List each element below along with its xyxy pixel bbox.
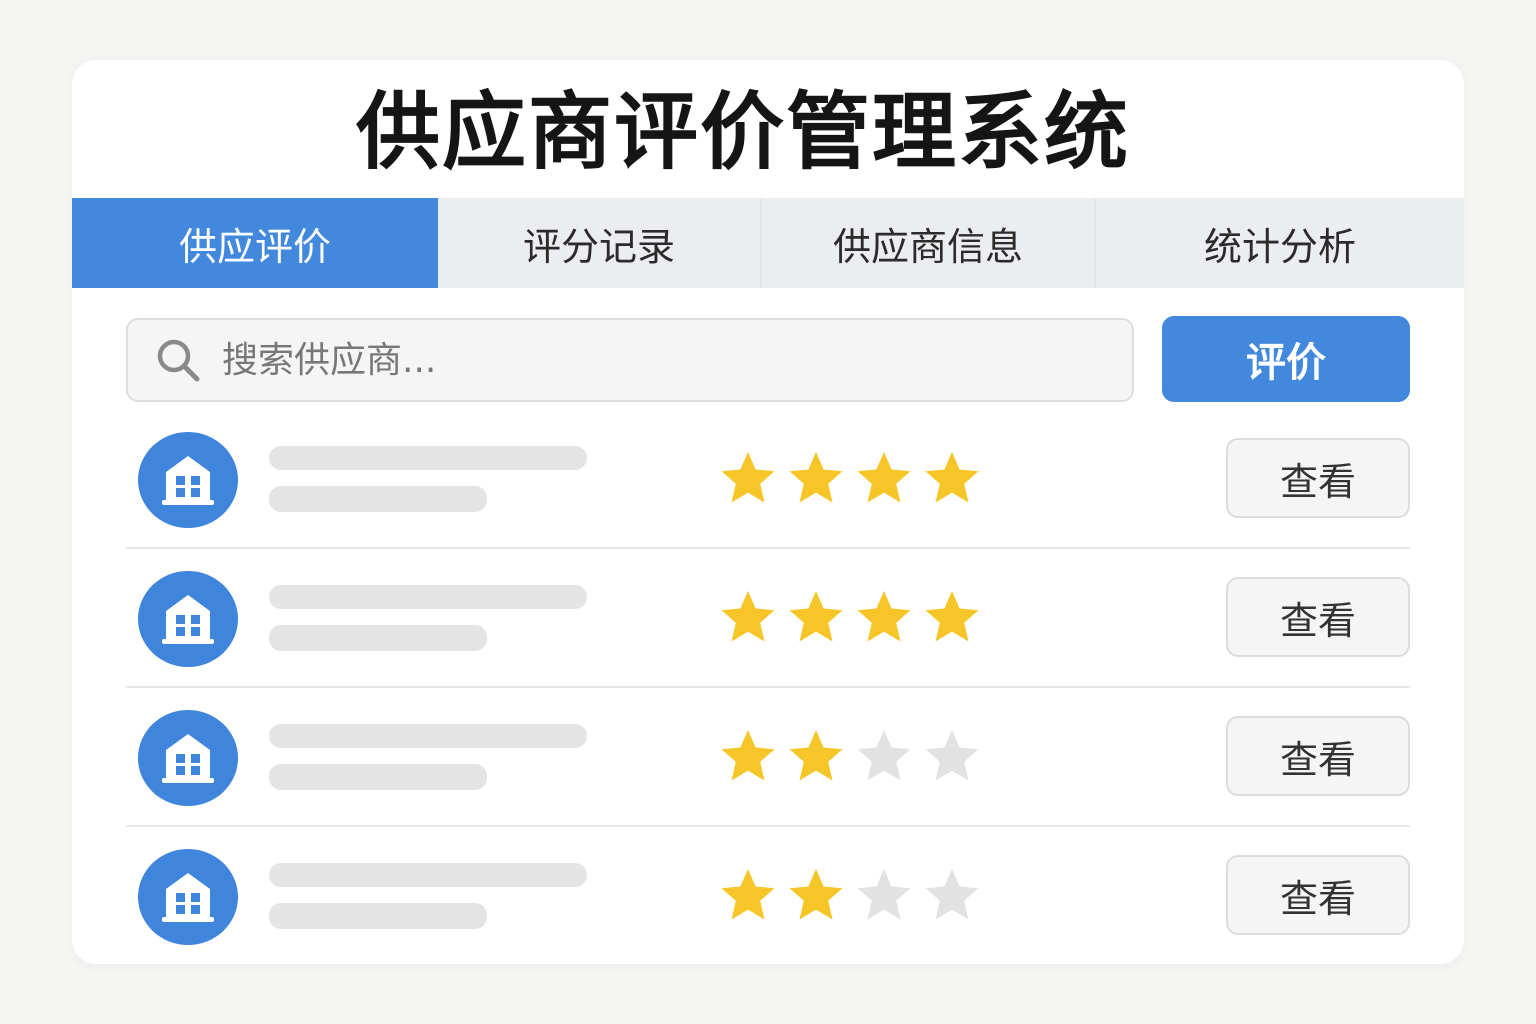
- detail-placeholder: [269, 903, 487, 929]
- building-icon: [138, 849, 238, 945]
- star-filled-icon: [789, 591, 843, 642]
- building-icon: [138, 571, 238, 667]
- star-filled-icon: [721, 730, 775, 781]
- star-filled-icon: [721, 869, 775, 920]
- star-filled-icon: [789, 730, 843, 781]
- list-item: 查看: [126, 549, 1410, 688]
- detail-placeholder: [269, 764, 487, 790]
- tab-statistics[interactable]: 统计分析: [1096, 198, 1464, 288]
- search-bar: [126, 318, 1134, 402]
- star-empty-icon: [857, 869, 911, 920]
- name-placeholder: [269, 446, 587, 470]
- supplier-list: 查看 查看 查看 查看: [126, 410, 1410, 964]
- tab-bar: 供应评价 评分记录 供应商信息 统计分析: [72, 198, 1464, 288]
- view-button[interactable]: 查看: [1226, 577, 1410, 657]
- star-rating: [718, 448, 982, 508]
- star-empty-icon: [925, 869, 979, 920]
- detail-placeholder: [269, 486, 487, 512]
- star-filled-icon: [789, 869, 843, 920]
- evaluate-button[interactable]: 评价: [1162, 316, 1410, 402]
- star-filled-icon: [857, 591, 911, 642]
- building-icon: [138, 710, 238, 806]
- name-placeholder: [269, 585, 587, 609]
- detail-placeholder: [269, 625, 487, 651]
- list-item: 查看: [126, 688, 1410, 827]
- view-button[interactable]: 查看: [1226, 716, 1410, 796]
- star-filled-icon: [721, 452, 775, 503]
- star-rating: [718, 587, 982, 647]
- list-item: 查看: [126, 410, 1410, 549]
- tab-supplier-info[interactable]: 供应商信息: [762, 198, 1096, 288]
- search-icon: [157, 339, 200, 382]
- list-item: 查看: [126, 827, 1410, 964]
- page-title: 供应商评价管理系统: [355, 83, 1130, 181]
- star-filled-icon: [925, 452, 979, 503]
- view-button[interactable]: 查看: [1226, 855, 1410, 935]
- star-rating: [718, 865, 982, 925]
- view-button[interactable]: 查看: [1226, 438, 1410, 518]
- building-icon: [138, 432, 238, 528]
- tab-supply-evaluation[interactable]: 供应评价: [72, 198, 438, 288]
- star-filled-icon: [789, 452, 843, 503]
- tab-score-records[interactable]: 评分记录: [438, 198, 762, 288]
- star-filled-icon: [857, 452, 911, 503]
- star-empty-icon: [857, 730, 911, 781]
- star-filled-icon: [721, 591, 775, 642]
- star-rating: [718, 726, 982, 786]
- app-window: 供应商评价管理系统 供应评价 评分记录 供应商信息 统计分析 评价 查看 查看: [72, 60, 1464, 964]
- name-placeholder: [269, 724, 587, 748]
- search-input[interactable]: [222, 330, 1102, 390]
- name-placeholder: [269, 863, 587, 887]
- star-filled-icon: [925, 591, 979, 642]
- star-empty-icon: [925, 730, 979, 781]
